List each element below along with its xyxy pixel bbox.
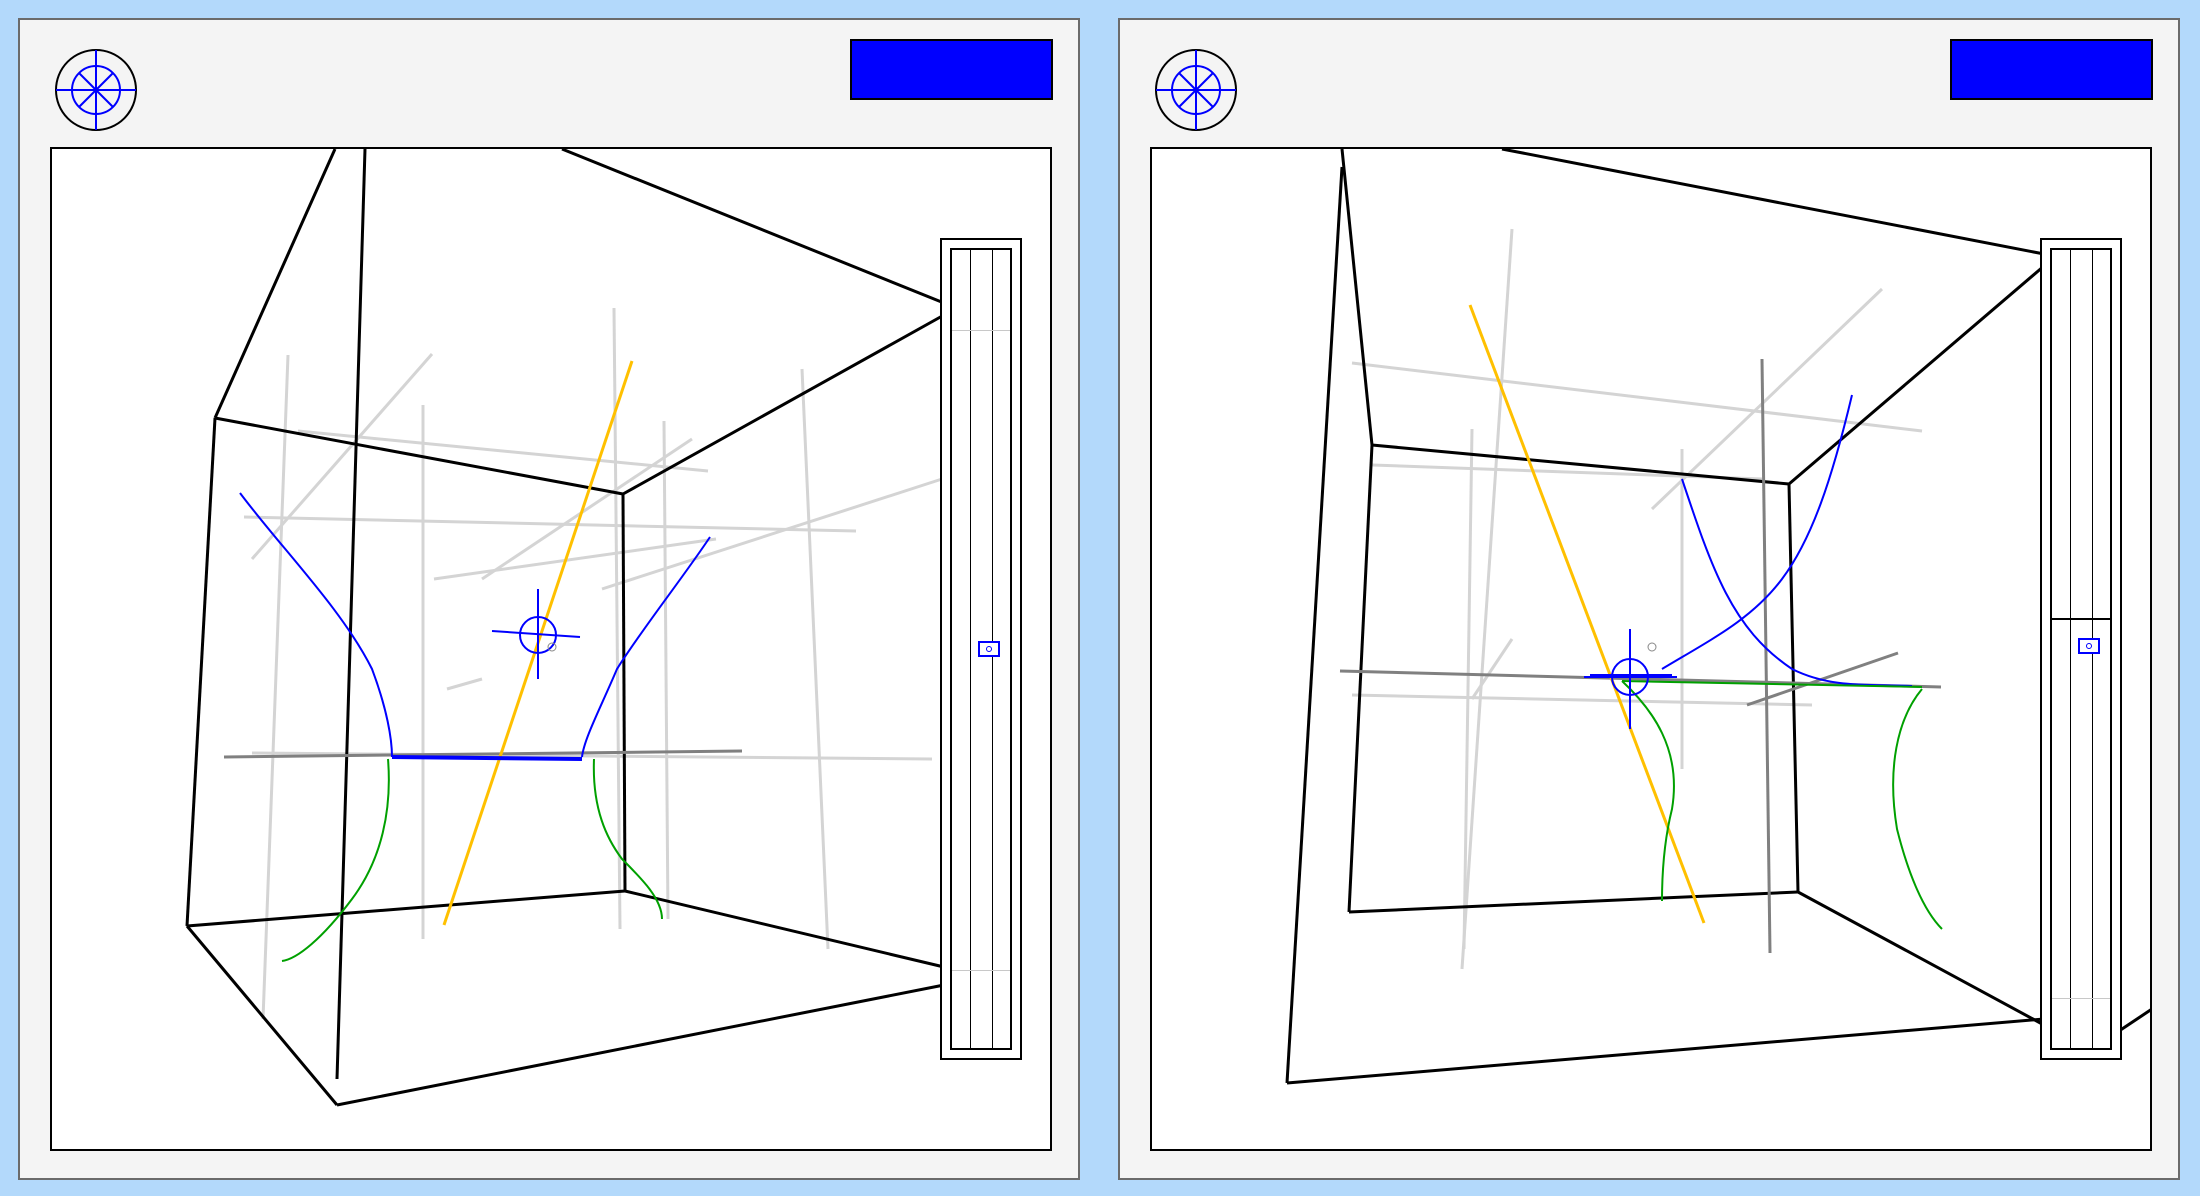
scene-wireframe [1285, 149, 2150, 1085]
viewport-panel-left [18, 18, 1080, 1180]
3d-viewport[interactable] [50, 147, 1052, 1151]
crosshair-cursor-icon[interactable] [491, 589, 581, 679]
box-wireframe [185, 149, 945, 1107]
scene-wireframe [185, 149, 945, 1107]
compass-rose-icon[interactable] [1153, 47, 1239, 133]
3d-viewport[interactable] [1150, 147, 2152, 1151]
depth-slider[interactable] [2040, 238, 2122, 1060]
viewport-panel-right [1118, 18, 2180, 1180]
mode-button[interactable] [1950, 39, 2153, 100]
blue-curves [1590, 394, 1913, 687]
guide-grid [1351, 228, 1923, 970]
slider-track[interactable] [950, 248, 1012, 1050]
yellow-guide-line [1468, 304, 1706, 924]
mode-button[interactable] [850, 39, 1053, 100]
slider-track[interactable] [2050, 248, 2112, 1050]
blue-curves [239, 492, 711, 761]
depth-slider[interactable] [940, 238, 1022, 1060]
slider-divider [2050, 618, 2112, 620]
green-curves [281, 758, 663, 962]
slider-handle[interactable] [978, 641, 1000, 657]
compass-rose-icon[interactable] [53, 47, 139, 133]
slider-handle[interactable] [2078, 638, 2100, 654]
box-wireframe [1285, 149, 2150, 1085]
